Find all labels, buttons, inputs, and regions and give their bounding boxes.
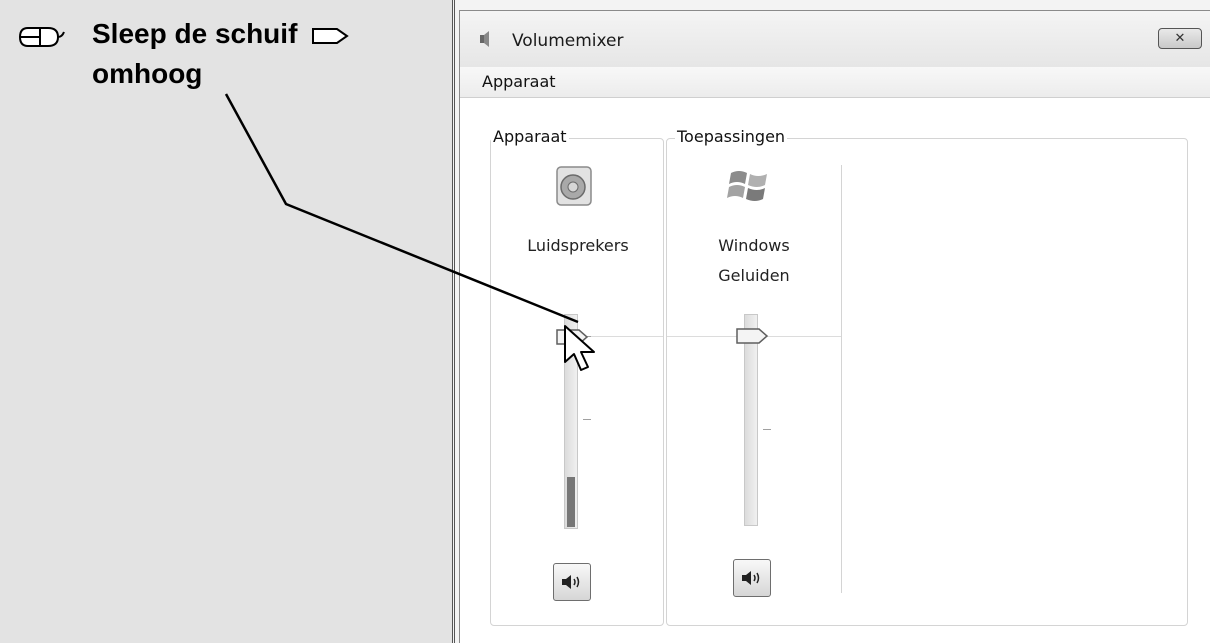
menu-item-apparaat[interactable]: Apparaat [482, 72, 556, 91]
instruction-text-1: Sleep de schuif [92, 18, 298, 49]
device-group-title: Apparaat [491, 127, 569, 146]
close-button[interactable]: ✕ [1158, 28, 1202, 49]
device-volume-level [567, 477, 575, 527]
channel-label-luidsprekers: Luidsprekers [491, 231, 665, 261]
instruction-line-1: Sleep de schuif [92, 18, 349, 50]
device-mute-button[interactable] [553, 563, 591, 601]
applications-group-title: Toepassingen [675, 127, 788, 146]
tick-mark [763, 429, 771, 430]
luidsprekers-label: Luidsprekers [527, 236, 629, 255]
instruction-panel: Sleep de schuif omhoog [0, 0, 453, 643]
instruction-line-2: omhoog [92, 58, 203, 89]
geluiden-label: Geluiden [718, 266, 790, 285]
volume-app-icon [480, 31, 489, 47]
applications-group: Toepassingen Windows Geluiden [666, 127, 1188, 626]
window-title: Volumemixer [512, 31, 624, 51]
speaker-icon [562, 575, 580, 589]
windows-logo-icon [727, 171, 767, 201]
channel-separator [841, 165, 842, 593]
device-group: Apparaat Luidsprekers [490, 127, 665, 626]
arrow-right-icon [312, 27, 349, 44]
windows-mute-button[interactable] [733, 559, 771, 597]
close-icon: ✕ [1174, 31, 1186, 46]
menu-bar: Apparaat [460, 67, 1210, 98]
windows-volume-thumb[interactable] [735, 327, 769, 345]
mouse-cursor-icon [564, 325, 595, 371]
windows-label: Windows [718, 236, 790, 255]
mouse-icon [18, 27, 65, 47]
speaker-icon [742, 571, 760, 585]
title-bar[interactable]: Volumemixer ✕ [460, 11, 1210, 67]
channel-label-windows-geluiden: Windows Geluiden [667, 231, 841, 291]
speaker-icon [556, 166, 592, 206]
windows-volume-track[interactable] [744, 314, 758, 526]
tick-mark [583, 419, 591, 420]
